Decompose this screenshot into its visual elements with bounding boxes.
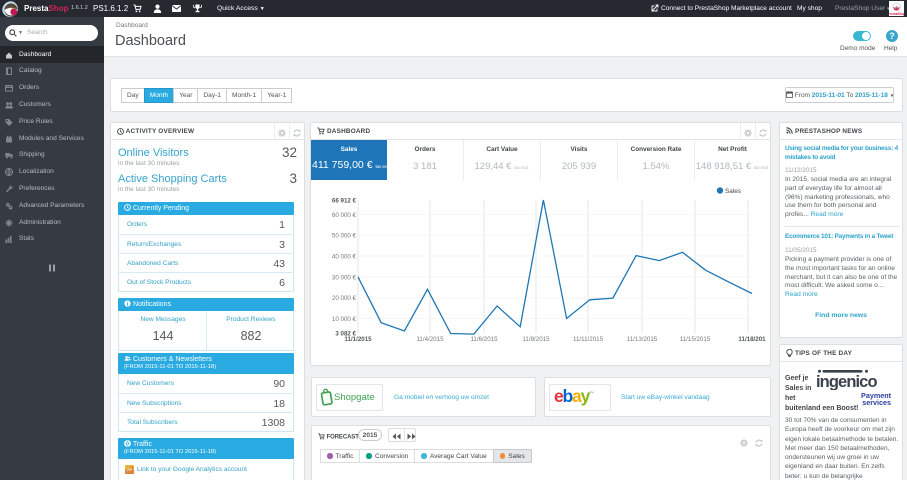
svg-text:11/1/2015: 11/1/2015 [344, 336, 372, 343]
svg-text:30 000 €: 30 000 € [332, 274, 357, 281]
svg-text:PrestaShop: PrestaShop [889, 12, 904, 16]
svg-text:50 000 €: 50 000 € [332, 233, 357, 240]
svg-text:Sales: Sales [725, 188, 741, 195]
svg-text:11/18/201: 11/18/201 [738, 336, 766, 343]
svg-text:11/13/2015: 11/13/2015 [627, 336, 658, 343]
svg-text:11/8/2015: 11/8/2015 [522, 336, 550, 343]
svg-text:11/11/2015: 11/11/2015 [573, 336, 604, 343]
svg-text:66 912 €: 66 912 € [332, 198, 357, 205]
svg-text:11/6/2015: 11/6/2015 [470, 336, 498, 343]
svg-text:11/4/2015: 11/4/2015 [416, 336, 444, 343]
svg-text:40 000 €: 40 000 € [332, 254, 357, 261]
svg-text:60 000 €: 60 000 € [332, 212, 357, 219]
svg-text:11/15/2015: 11/15/2015 [680, 336, 711, 343]
svg-text:ingenico: ingenico [816, 373, 877, 390]
svg-text:10 000 €: 10 000 € [332, 316, 357, 323]
svg-text:20 000 €: 20 000 € [332, 295, 357, 302]
